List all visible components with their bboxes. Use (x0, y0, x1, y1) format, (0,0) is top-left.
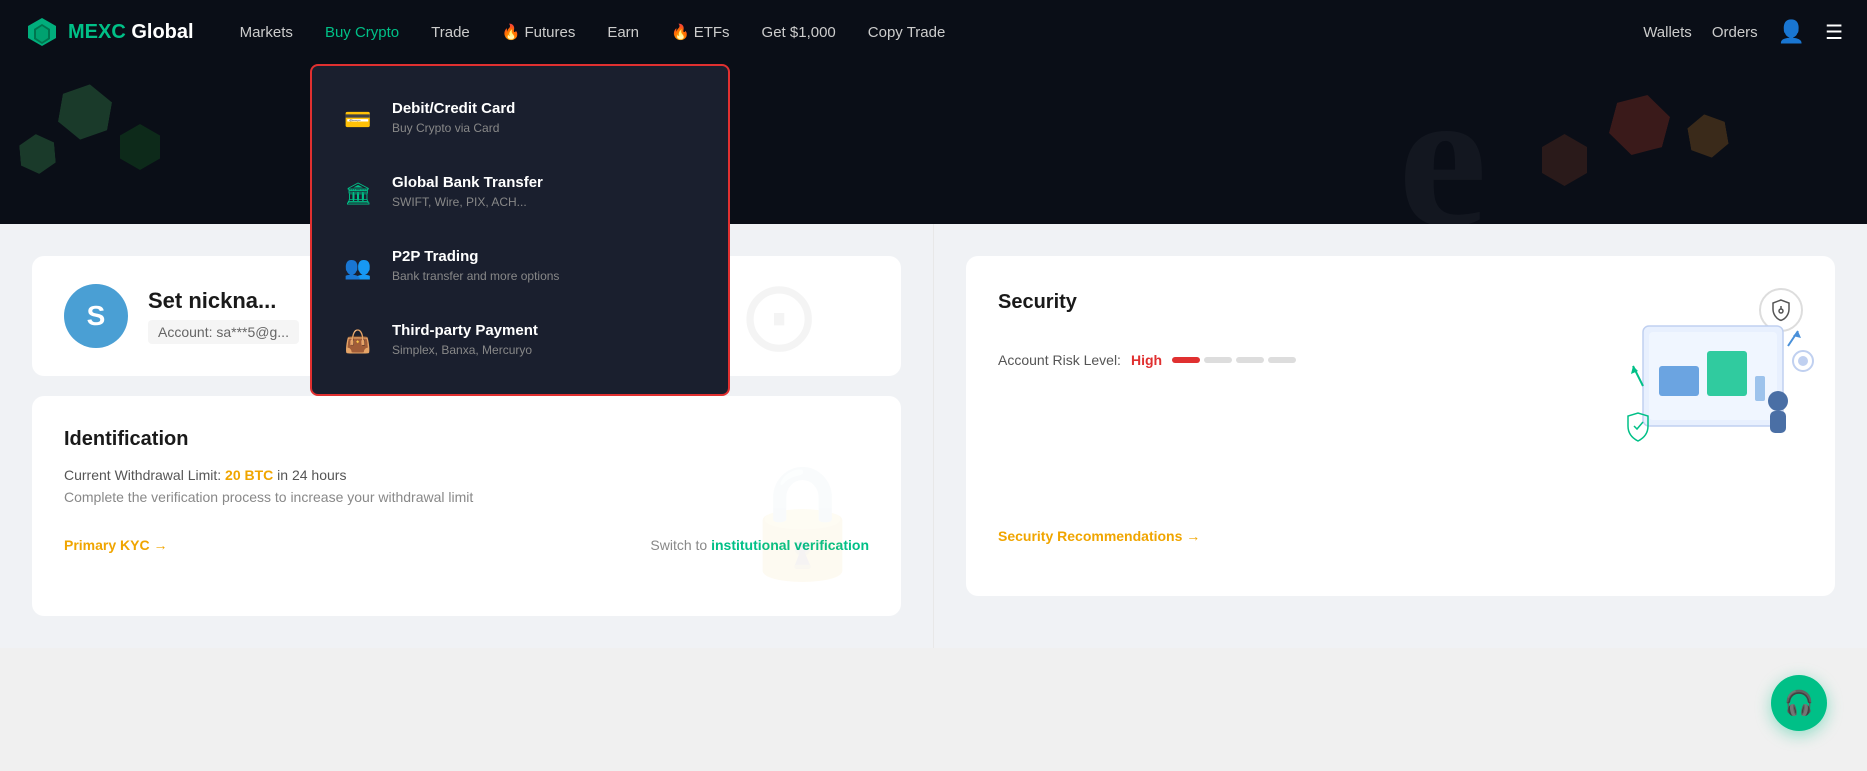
right-panel: Security Account Risk Level: High (934, 224, 1867, 648)
dropdown-bank-title: Global Bank Transfer (392, 174, 543, 191)
main-content: S Set nickna... Account: sa***5@g... ⊙ I… (0, 224, 1867, 648)
nav-item-etfs[interactable]: 🔥 ETFs (657, 15, 744, 49)
dropdown-p2p-subtitle: Bank transfer and more options (392, 269, 559, 283)
risk-dot-3 (1236, 357, 1264, 363)
dropdown-item-p2p[interactable]: 👥 P2P Trading Bank transfer and more opt… (312, 230, 728, 304)
dropdown-item-debit-card[interactable]: 💳 Debit/Credit Card Buy Crypto via Card (312, 82, 728, 156)
identification-card: Identification Current Withdrawal Limit:… (32, 396, 901, 616)
dropdown-third-title: Third-party Payment (392, 322, 538, 339)
account-label: Account: (158, 324, 212, 340)
risk-dot-2 (1204, 357, 1232, 363)
nav-item-futures[interactable]: 🔥 Futures (488, 15, 590, 49)
risk-label: Account Risk Level: (998, 352, 1121, 368)
identification-title: Identification (64, 428, 869, 451)
credit-card-icon: 💳 (340, 102, 376, 138)
nav-item-markets[interactable]: Markets (226, 16, 307, 49)
nav-orders[interactable]: Orders (1712, 24, 1758, 41)
dropdown-p2p-title: P2P Trading (392, 248, 559, 265)
primary-kyc-link[interactable]: Primary KYC → (64, 537, 167, 553)
switch-prefix: Switch to (650, 537, 711, 553)
dropdown-third-subtitle: Simplex, Banxa, Mercuryo (392, 343, 538, 357)
avatar: S (64, 284, 128, 348)
dropdown-item-third-party[interactable]: 👜 Third-party Payment Simplex, Banxa, Me… (312, 304, 728, 378)
nav-account-icon[interactable]: 👤 (1778, 19, 1805, 45)
risk-dots (1172, 357, 1296, 363)
hero-section: e (0, 64, 1867, 224)
dropdown-debit-subtitle: Buy Crypto via Card (392, 121, 515, 135)
nav-item-copytrade[interactable]: Copy Trade (854, 16, 960, 49)
risk-dot-1 (1172, 357, 1200, 363)
risk-value: High (1131, 352, 1162, 368)
navbar: MEXC Global Markets Buy Crypto Trade 🔥 F… (0, 0, 1867, 64)
dropdown-debit-text: Debit/Credit Card Buy Crypto via Card (392, 100, 515, 135)
security-title: Security (998, 291, 1077, 314)
logo-suffix-text: Global (126, 21, 194, 43)
account-value: sa***5@g... (216, 324, 289, 340)
dropdown-p2p-text: P2P Trading Bank transfer and more optio… (392, 248, 559, 283)
logo-brand-text: MEXC (68, 21, 126, 43)
nav-item-buy-crypto[interactable]: Buy Crypto (311, 16, 413, 49)
nav-hamburger-icon[interactable]: ☰ (1825, 20, 1843, 45)
security-illustration (1623, 306, 1803, 446)
security-card: Security Account Risk Level: High (966, 256, 1835, 596)
hero-background: e (0, 64, 1867, 224)
dropdown-debit-title: Debit/Credit Card (392, 100, 515, 117)
dropdown-bank-text: Global Bank Transfer SWIFT, Wire, PIX, A… (392, 174, 543, 209)
dropdown-item-bank-transfer[interactable]: 🏛 Global Bank Transfer SWIFT, Wire, PIX,… (312, 156, 728, 230)
bank-icon: 🏛 (340, 176, 376, 212)
nav-wallets[interactable]: Wallets (1643, 24, 1692, 41)
mexc-logo-icon (24, 14, 60, 50)
security-recommendations-link[interactable]: Security Recommendations → (998, 528, 1803, 544)
nav-item-trade[interactable]: Trade (417, 16, 484, 49)
dropdown-third-party-text: Third-party Payment Simplex, Banxa, Merc… (392, 322, 538, 357)
p2p-icon: 👥 (340, 250, 376, 286)
nav-item-get1000[interactable]: Get $1,000 (748, 16, 850, 49)
profile-account: Account: sa***5@g... (148, 320, 299, 344)
dropdown-bank-subtitle: SWIFT, Wire, PIX, ACH... (392, 195, 543, 209)
buy-crypto-dropdown: 💳 Debit/Credit Card Buy Crypto via Card … (310, 64, 730, 396)
nav-right: Wallets Orders 👤 ☰ (1643, 19, 1843, 45)
wallet-icon: 👜 (340, 324, 376, 360)
logo[interactable]: MEXC Global (24, 14, 194, 50)
nav-items: Markets Buy Crypto Trade 🔥 Futures Earn … (226, 15, 1644, 49)
headset-icon: 🎧 (1784, 689, 1814, 718)
risk-dot-4 (1268, 357, 1296, 363)
support-button[interactable]: 🎧 (1771, 675, 1827, 731)
security-svg (1623, 306, 1823, 466)
nav-item-earn[interactable]: Earn (593, 16, 653, 49)
